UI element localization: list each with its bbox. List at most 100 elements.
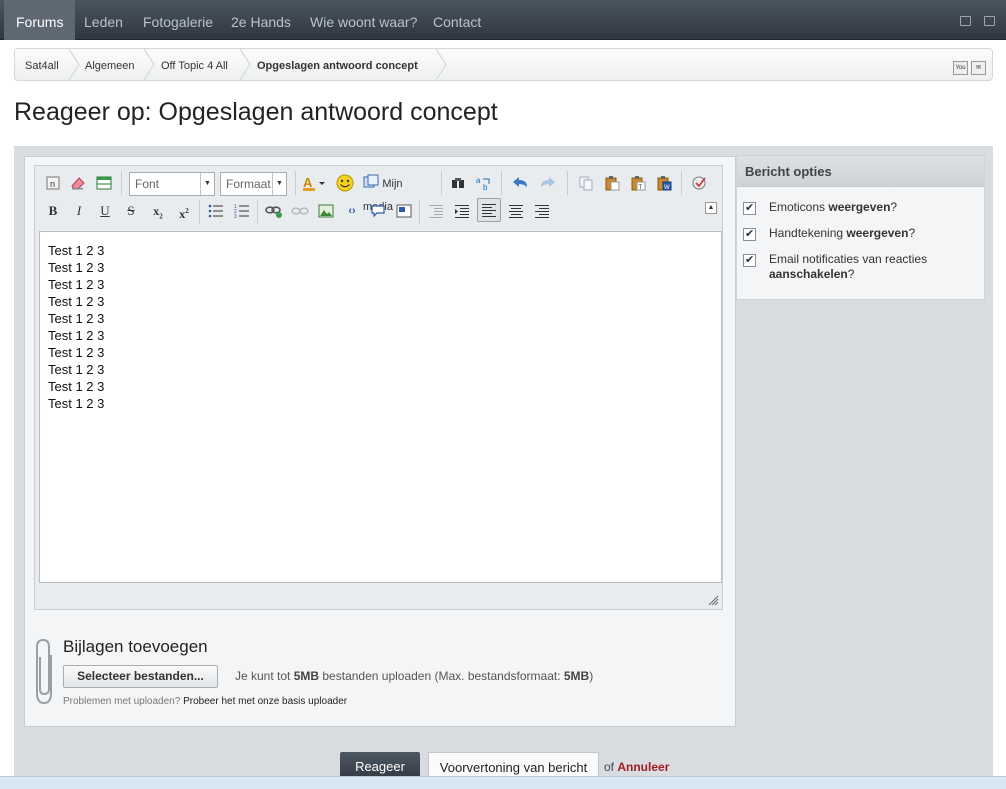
paperclip-icon: [35, 637, 57, 707]
editor-line: Test 1 2 3: [48, 311, 105, 326]
special-insert-icon[interactable]: [395, 200, 413, 222]
email-notifications-checkbox[interactable]: [743, 253, 756, 267]
resize-grip-icon[interactable]: [708, 595, 719, 606]
editor-line: Test 1 2 3: [48, 345, 105, 360]
editor-line: Test 1 2 3: [48, 379, 105, 394]
breadcrumb-item-sat4all[interactable]: Sat4all: [25, 49, 59, 80]
cancel-link[interactable]: Annuleer: [617, 760, 669, 774]
nav-tab-wie-woont-waar[interactable]: Wie woont waar?: [298, 0, 429, 40]
editor-line: Test 1 2 3: [48, 362, 105, 377]
chevron-down-icon: ▼: [200, 173, 214, 195]
nav-tab-contact[interactable]: Contact: [421, 0, 493, 40]
nav-tab-2e-hands[interactable]: 2e Hands: [219, 0, 303, 40]
editor-line: Test 1 2 3: [48, 277, 105, 292]
editor-line: Test 1 2 3: [48, 260, 105, 275]
italic-icon[interactable]: I: [71, 200, 87, 222]
source-icon[interactable]: n: [45, 172, 61, 194]
link-icon[interactable]: [265, 200, 283, 222]
svg-text:b: b: [483, 183, 488, 191]
outdent-icon[interactable]: [427, 200, 445, 222]
my-media-button[interactable]: Mijn media: [363, 172, 433, 213]
editor-line: Test 1 2 3: [48, 328, 105, 343]
underline-icon[interactable]: U: [97, 200, 113, 222]
copy-icon[interactable]: [577, 172, 595, 194]
nav-tab-forums[interactable]: Forums: [4, 0, 76, 40]
strikethrough-icon[interactable]: S: [123, 200, 139, 222]
emoticons-checkbox[interactable]: [743, 201, 756, 215]
svg-text:3: 3: [234, 214, 237, 218]
indent-icon[interactable]: [453, 200, 471, 222]
breadcrumb-separator-icon: [435, 49, 447, 80]
align-center-icon[interactable]: [507, 200, 525, 222]
mail-icon[interactable]: ✉: [971, 61, 986, 75]
undo-icon[interactable]: [511, 172, 531, 194]
format-select[interactable]: Formaat ▼: [220, 172, 287, 196]
attachments-section: Bijlagen toevoegen Selecteer bestanden..…: [35, 637, 725, 727]
image-icon[interactable]: [317, 200, 335, 222]
options-title: Bericht opties: [737, 156, 984, 187]
align-left-icon[interactable]: [477, 198, 501, 222]
eraser-icon[interactable]: [69, 172, 87, 194]
chevron-down-icon: ▼: [272, 173, 286, 195]
find-icon[interactable]: [449, 172, 467, 194]
reply-form: n Font ▼ Formaat ▼ A Mijn a b T W B I U …: [14, 146, 993, 780]
subscript-icon[interactable]: x2: [149, 200, 167, 222]
svg-text:T: T: [639, 185, 643, 191]
paste-text-icon[interactable]: T: [629, 172, 647, 194]
svg-text:A: A: [303, 175, 313, 190]
quote-icon[interactable]: [369, 200, 387, 222]
editor-line: Test 1 2 3: [48, 396, 105, 411]
bottom-bar: [0, 776, 1006, 789]
page-title: Reageer op: Opgeslagen antwoord concept: [14, 98, 498, 126]
nav-tab-leden[interactable]: Leden: [72, 0, 135, 40]
basic-uploader-link[interactable]: Probeer het met onze basis uploader: [183, 696, 347, 707]
top-navigation: Forums Leden Fotogalerie 2e Hands Wie wo…: [0, 0, 1006, 40]
code-icon[interactable]: ‹›: [343, 200, 361, 222]
popout-icon[interactable]: [984, 16, 995, 26]
paste-icon[interactable]: [603, 172, 621, 194]
breadcrumb-separator-icon: [143, 49, 155, 80]
youtube-icon[interactable]: You: [953, 61, 968, 75]
replace-icon[interactable]: ab: [475, 172, 493, 194]
breadcrumb-icons: You ✉: [950, 58, 986, 75]
spellcheck-icon[interactable]: [691, 172, 709, 194]
select-files-button[interactable]: Selecteer bestanden...: [63, 665, 218, 688]
message-options-panel: Bericht opties Emoticons weergeven? Hand…: [736, 155, 985, 300]
format-select-label: Formaat: [226, 177, 271, 191]
text-color-icon[interactable]: A: [301, 172, 327, 194]
breadcrumb-item-off-topic[interactable]: Off Topic 4 All: [161, 49, 228, 80]
font-select[interactable]: Font ▼: [129, 172, 215, 196]
toolbar-row-1: n Font ▼ Formaat ▼ A Mijn a b T W: [35, 166, 724, 213]
redo-icon[interactable]: [537, 172, 557, 194]
breadcrumb-separator-icon: [239, 49, 251, 80]
restore-icon[interactable]: [960, 16, 971, 26]
editor-line: Test 1 2 3: [48, 294, 105, 309]
toolbar-row-2: B I U S x2 x2 123 ‹› ▲: [35, 198, 724, 230]
font-select-label: Font: [135, 177, 160, 191]
breadcrumb: Sat4all Algemeen Off Topic 4 All Opgesla…: [14, 48, 993, 81]
svg-text:a: a: [476, 176, 481, 185]
breadcrumb-item-algemeen[interactable]: Algemeen: [85, 49, 135, 80]
signature-checkbox[interactable]: [743, 227, 756, 241]
bold-icon[interactable]: B: [45, 200, 61, 222]
superscript-icon[interactable]: x2: [175, 200, 193, 222]
collapse-toolbar-icon[interactable]: ▲: [705, 202, 717, 214]
numbered-list-icon[interactable]: 123: [233, 200, 251, 222]
unlink-icon[interactable]: [291, 200, 309, 222]
svg-text:W: W: [664, 185, 670, 191]
rich-text-editor: n Font ▼ Formaat ▼ A Mijn a b T W B I U …: [34, 165, 723, 610]
paste-word-icon[interactable]: W: [655, 172, 673, 194]
breadcrumb-separator-icon: [68, 49, 80, 80]
bullet-list-icon[interactable]: [207, 200, 225, 222]
attachments-title: Bijlagen toevoegen: [63, 637, 208, 656]
upload-info: Je kunt tot 5MB bestanden uploaden (Max.…: [235, 669, 594, 683]
svg-text:n: n: [50, 179, 55, 189]
editor-panel: n Font ▼ Formaat ▼ A Mijn a b T W B I U …: [24, 156, 736, 727]
editor-line: Test 1 2 3: [48, 243, 105, 258]
upload-problem-text: Problemen met uploaden? Probeer het met …: [63, 696, 348, 707]
nav-tab-fotogalerie[interactable]: Fotogalerie: [131, 0, 225, 40]
smiley-icon[interactable]: [335, 172, 355, 194]
message-textarea[interactable]: Test 1 2 3 Test 1 2 3 Test 1 2 3 Test 1 …: [39, 231, 722, 583]
table-icon[interactable]: [95, 172, 113, 194]
align-right-icon[interactable]: [533, 200, 551, 222]
